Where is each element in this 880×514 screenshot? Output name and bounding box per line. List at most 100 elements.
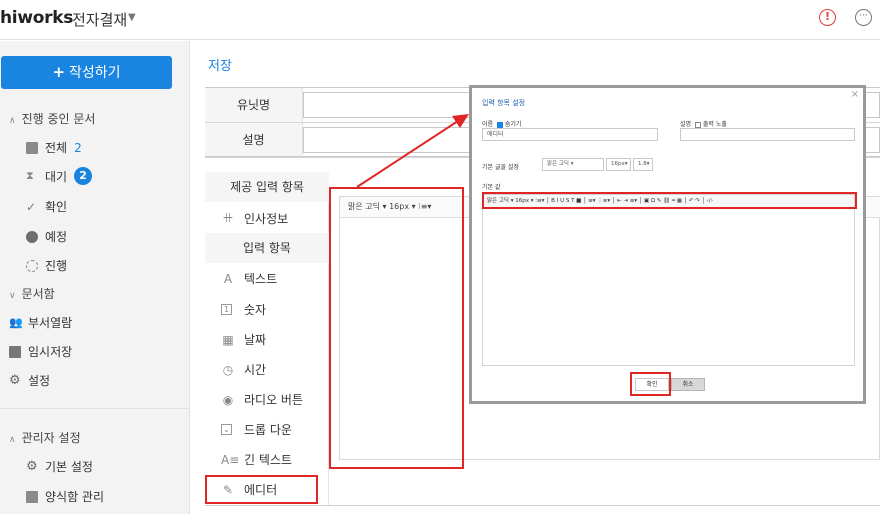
sidebar: + 작성하기 ∧ 진행 중인 문서 전체 2 ⧗ 대기 2 ✓ 확인 예정 진행 ∨… bbox=[0, 41, 190, 514]
unit-name-label: 유닛명 bbox=[205, 88, 303, 122]
palette-item-text[interactable]: A 텍스트 bbox=[221, 270, 277, 287]
field-settings-modal: 입력 항목 설정 × 이름 숨기기 에디터 설명 출력 노출 기본 글꼴 설정 … bbox=[469, 85, 866, 404]
nav-group-label: 관리자 설정 bbox=[21, 431, 81, 445]
alert-icon[interactable]: ! bbox=[819, 9, 836, 26]
palette-item-label: 라디오 버튼 bbox=[244, 393, 304, 407]
sidebar-divider bbox=[0, 408, 190, 409]
palette-item-label: 인사정보 bbox=[244, 212, 289, 226]
people-icon: 👥 bbox=[9, 315, 23, 329]
brand-logo[interactable]: hiworks bbox=[0, 8, 73, 28]
line-height-select[interactable]: 1.8▾ bbox=[633, 158, 653, 171]
app-title[interactable]: 전자결재 bbox=[72, 9, 127, 30]
print-checkbox[interactable] bbox=[694, 121, 701, 128]
sidebar-item-waiting[interactable]: ⧗ 대기 2 bbox=[26, 167, 93, 185]
hide-label: 숨기기 bbox=[504, 121, 522, 128]
palette-item-number[interactable]: 1 숫자 bbox=[221, 301, 266, 318]
palette-item-label: 날짜 bbox=[244, 333, 267, 347]
palette-item-time[interactable]: ◷ 시간 bbox=[221, 361, 266, 378]
palette-item-label: 긴 텍스트 bbox=[244, 453, 292, 467]
hourglass-icon: ⧗ bbox=[26, 169, 34, 182]
clock-icon bbox=[26, 230, 38, 243]
save-link[interactable]: 저장 bbox=[208, 55, 232, 74]
gear-icon: ⚙ bbox=[9, 372, 21, 388]
hide-checkbox[interactable] bbox=[496, 121, 503, 128]
long-text-icon: A≡ bbox=[221, 452, 240, 467]
palette-item-label: 텍스트 bbox=[244, 272, 278, 286]
name-label: 이름 bbox=[482, 121, 494, 128]
name-label-row: 이름 숨기기 bbox=[482, 119, 521, 128]
nav-group-label: 문서함 bbox=[21, 287, 55, 301]
palette-item-dropdown[interactable]: ⌄ 드롭 다운 bbox=[221, 421, 292, 438]
people-icon: ꔠ bbox=[222, 211, 234, 225]
count-badge: 2 bbox=[74, 167, 93, 185]
sidebar-item-form-management[interactable]: 양식함 관리 bbox=[26, 488, 104, 505]
highlight-modal-toolbar bbox=[482, 192, 857, 209]
compose-button-label: 작성하기 bbox=[69, 65, 121, 81]
radio-icon: ◉ bbox=[222, 392, 234, 407]
cancel-button[interactable]: 취소 bbox=[671, 378, 705, 391]
field-palette: 제공 입력 항목 ꔠ 인사정보 입력 항목 A 텍스트 1 숫자 ▦ 날짜 ◷ … bbox=[205, 172, 329, 506]
palette-item-label: 드롭 다운 bbox=[244, 423, 292, 437]
default-value-label: 기본 값 bbox=[482, 184, 501, 191]
top-bar: hiworks 전자결재 ▼ ! ··· bbox=[0, 0, 880, 40]
nav-group-in-progress[interactable]: ∧ 진행 중인 문서 bbox=[9, 110, 95, 127]
sidebar-item-scheduled[interactable]: 예정 bbox=[26, 228, 67, 245]
sidebar-item-label: 전체 bbox=[45, 141, 68, 155]
line-height-value: 1.8 bbox=[638, 161, 647, 167]
more-icon[interactable]: ··· bbox=[855, 9, 872, 26]
sidebar-item-label: 진행 bbox=[45, 259, 68, 273]
palette-item-hr-info[interactable]: ꔠ 인사정보 bbox=[221, 210, 288, 227]
chevron-up-icon: ∧ bbox=[9, 435, 16, 445]
nav-group-admin[interactable]: ∧ 관리자 설정 bbox=[9, 429, 81, 446]
highlight-editor-item bbox=[205, 475, 318, 504]
sidebar-item-label: 대기 bbox=[45, 169, 68, 184]
modal-title: 입력 항목 설정 bbox=[482, 99, 526, 107]
provided-fields-header: 제공 입력 항목 bbox=[205, 172, 329, 202]
sidebar-item-label: 기본 설정 bbox=[45, 460, 93, 474]
calendar-icon: ▦ bbox=[222, 332, 234, 347]
sidebar-item-confirm[interactable]: ✓ 확인 bbox=[26, 198, 67, 215]
font-size-select[interactable]: 16px▾ bbox=[606, 158, 631, 171]
clock-icon: ◷ bbox=[222, 362, 234, 377]
document-icon bbox=[26, 141, 38, 154]
desc-label-row: 설명 출력 노출 bbox=[680, 119, 727, 128]
desc-label: 설명 bbox=[680, 121, 692, 128]
palette-item-label: 숫자 bbox=[244, 303, 267, 317]
sidebar-item-all[interactable]: 전체 2 bbox=[26, 139, 82, 156]
dropdown-icon: ⌄ bbox=[221, 424, 232, 435]
sidebar-item-drafts[interactable]: 임시저장 bbox=[9, 343, 72, 360]
palette-item-long-text[interactable]: A≡ 긴 텍스트 bbox=[221, 451, 292, 468]
highlight-confirm-button bbox=[630, 372, 671, 396]
sidebar-item-dept-view[interactable]: 👥 부서열람 bbox=[9, 314, 72, 331]
input-fields-header: 입력 항목 bbox=[205, 233, 329, 263]
nav-group-docbox[interactable]: ∨ 문서함 bbox=[9, 285, 55, 302]
check-icon: ✓ bbox=[26, 199, 37, 214]
sidebar-item-settings[interactable]: ⚙ 설정 bbox=[9, 372, 50, 389]
sidebar-item-label: 양식함 관리 bbox=[45, 490, 105, 504]
sidebar-item-label: 부서열람 bbox=[28, 316, 73, 330]
sidebar-item-label: 임시저장 bbox=[28, 345, 73, 359]
sidebar-item-basic-settings[interactable]: ⚙ 기본 설정 bbox=[26, 458, 93, 475]
description-input[interactable] bbox=[680, 128, 855, 141]
default-value-editor[interactable]: 맑은 고딕 ▾ 16px ▾ ⁝≡▾ │ B I U S T ■ │ ≡▾ ⋮≡… bbox=[482, 194, 855, 366]
palette-item-date[interactable]: ▦ 날짜 bbox=[221, 331, 266, 348]
sidebar-item-label: 예정 bbox=[45, 230, 68, 244]
font-family-select[interactable]: 맑은 고딕 ▾ bbox=[542, 158, 604, 171]
sidebar-item-label: 확인 bbox=[45, 200, 68, 214]
name-input[interactable]: 에디터 bbox=[482, 128, 658, 141]
gear-icon: ⚙ bbox=[26, 458, 38, 474]
font-family-value: 맑은 고딕 bbox=[547, 161, 569, 167]
count-label: 2 bbox=[74, 140, 82, 155]
close-icon[interactable]: × bbox=[851, 89, 859, 100]
compose-button[interactable]: + 작성하기 bbox=[1, 56, 172, 89]
palette-item-label: 시간 bbox=[244, 363, 267, 377]
spinner-icon bbox=[26, 259, 38, 272]
nav-group-label: 진행 중인 문서 bbox=[21, 112, 96, 126]
sidebar-item-in-progress[interactable]: 진행 bbox=[26, 257, 67, 274]
archive-icon bbox=[9, 345, 21, 358]
document-icon bbox=[26, 490, 38, 503]
palette-item-radio[interactable]: ◉ 라디오 버튼 bbox=[221, 391, 303, 408]
font-setting-label: 기본 글꼴 설정 bbox=[482, 164, 519, 171]
font-size-value: 16px bbox=[611, 161, 625, 167]
chevron-down-icon[interactable]: ▼ bbox=[128, 12, 136, 23]
